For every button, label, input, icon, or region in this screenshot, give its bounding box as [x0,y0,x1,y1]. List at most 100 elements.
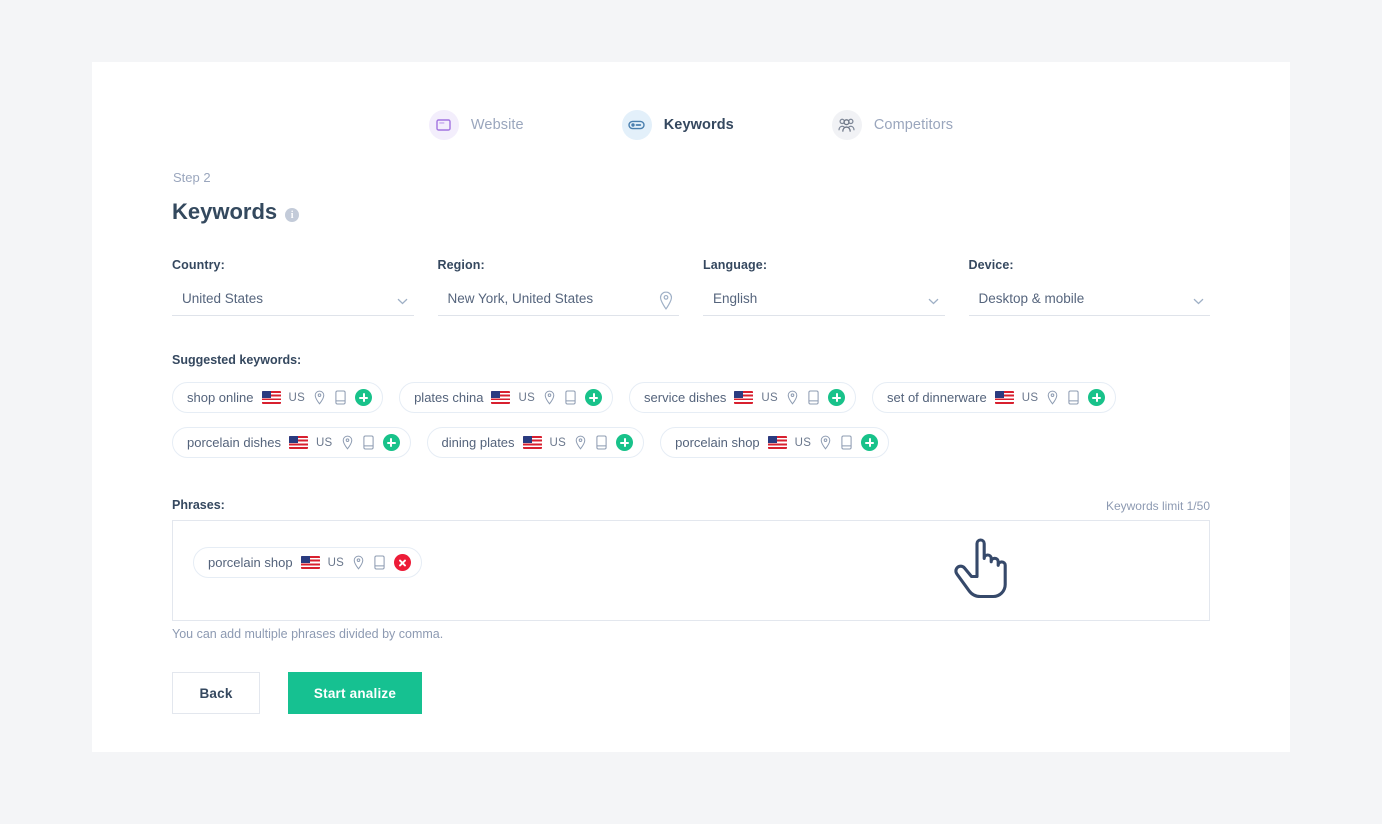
add-keyword-button[interactable] [1088,389,1106,406]
chip-label: porcelain shop [208,555,293,570]
mobile-device-icon [565,390,576,405]
us-flag-icon [261,391,281,404]
add-keyword-button[interactable] [616,434,634,451]
us-flag-icon [767,436,787,449]
suggested-keyword-chip[interactable]: porcelain dishes US [172,427,411,458]
keywords-limit: Keywords limit 1/50 [1105,499,1210,513]
us-flag-icon [994,391,1014,404]
step-website[interactable]: Website [428,110,524,140]
chip-label: shop online [187,390,254,405]
add-keyword-button[interactable] [355,389,373,406]
us-flag-icon [491,391,511,404]
chevron-down-icon [928,298,938,305]
us-flag-icon [522,436,542,449]
add-keyword-button[interactable] [828,389,845,406]
us-flag-icon [734,391,754,404]
field-device: Device: Desktop & mobile [968,258,1210,316]
phrases-label: Phrases: [172,498,225,512]
mobile-device-icon [335,390,346,405]
mobile-device-icon [362,435,374,450]
step-website-label: Website [470,117,524,133]
phrases-hint: You can add multiple phrases divided by … [172,627,444,641]
wizard-card: Website Keywords Competitors Step 2 Keyw… [92,62,1290,752]
action-buttons: Back Start analize [172,672,422,714]
chevron-down-icon [397,298,407,305]
step-competitors[interactable]: Competitors [831,110,954,140]
remove-phrase-button[interactable] [394,554,412,571]
chip-country-code: US [315,436,333,449]
add-keyword-button[interactable] [382,434,400,451]
location-pin-icon [787,390,798,405]
device-select[interactable]: Desktop & mobile [968,286,1210,316]
country-value: United States [182,290,264,306]
mobile-device-icon [808,390,819,405]
us-flag-icon [300,556,320,569]
suggested-keywords-label: Suggested keywords: [172,353,302,367]
suggested-keyword-chip[interactable]: porcelain shop US [660,427,890,458]
location-pin-icon [1048,390,1058,405]
country-select[interactable]: United States [172,286,414,316]
suggested-keyword-chip[interactable]: dining plates US [426,427,645,458]
wizard-steps: Website Keywords Competitors [92,110,1290,140]
chip-label: dining plates [441,435,515,450]
page-title-text: Keywords [172,199,278,224]
step-keywords-label: Keywords [663,117,734,133]
competitors-group-icon [831,110,862,140]
location-pin-icon [820,435,831,450]
start-analize-button[interactable]: Start analize [288,672,422,714]
language-value: English [713,290,758,306]
add-keyword-button[interactable] [861,434,879,451]
step-competitors-label: Competitors [873,117,954,133]
chip-label: porcelain shop [675,435,760,450]
region-input[interactable]: New York, United States [437,286,679,316]
suggested-keywords-list: shop online US plates china US service dishe… [172,382,1232,458]
back-button[interactable]: Back [172,672,260,714]
chip-country-code: US [1021,391,1039,404]
mobile-device-icon [1068,390,1079,405]
chip-country-code: US [794,436,812,449]
info-icon[interactable]: i [285,208,300,222]
field-language: Language: English [703,258,945,316]
region-value: New York, United States [447,290,594,306]
add-keyword-button[interactable] [585,389,603,406]
suggested-keyword-chip[interactable]: set of dinnerware US [872,382,1117,413]
field-region-label: Region: [437,258,485,272]
chip-country-code: US [518,391,536,404]
suggested-keyword-chip[interactable]: plates china US [399,382,614,413]
location-pin-icon [575,435,586,450]
mobile-device-icon [841,435,852,450]
mobile-device-icon [374,555,385,570]
field-language-label: Language: [703,258,768,272]
field-country-label: Country: [172,258,225,272]
field-region: Region: New York, United States [437,258,679,316]
step-keywords[interactable]: Keywords [621,110,734,140]
location-pin-icon [353,555,364,570]
chevron-down-icon [1193,298,1204,305]
phrase-chip[interactable]: porcelain shop US [193,547,423,578]
phrases-input-box[interactable]: porcelain shop US [172,520,1210,621]
settings-fields: Country: United States Region: New York,… [172,258,1210,316]
page-title: Keywords i [172,199,300,225]
monitor-icon [428,110,459,140]
step-number: Step 2 [173,170,211,185]
chip-country-code: US [761,391,778,404]
chip-label: porcelain dishes [187,435,281,450]
location-pin-icon [659,291,673,310]
language-select[interactable]: English [703,286,945,316]
chip-country-code: US [549,436,567,449]
chip-label: service dishes [644,390,727,405]
device-value: Desktop & mobile [978,290,1085,306]
chip-country-code: US [288,391,306,404]
field-country: Country: United States [172,258,414,316]
chip-country-code: US [327,556,345,569]
chip-label: set of dinnerware [887,390,987,405]
mobile-device-icon [596,435,607,450]
chip-label: plates china [414,390,484,405]
location-pin-icon [314,390,325,405]
us-flag-icon [288,436,308,449]
location-pin-icon [342,435,352,450]
keyword-pill-icon [621,110,652,140]
suggested-keyword-chip[interactable]: service dishes US [629,382,856,413]
field-device-label: Device: [968,258,1014,272]
suggested-keyword-chip[interactable]: shop online US [172,382,384,413]
